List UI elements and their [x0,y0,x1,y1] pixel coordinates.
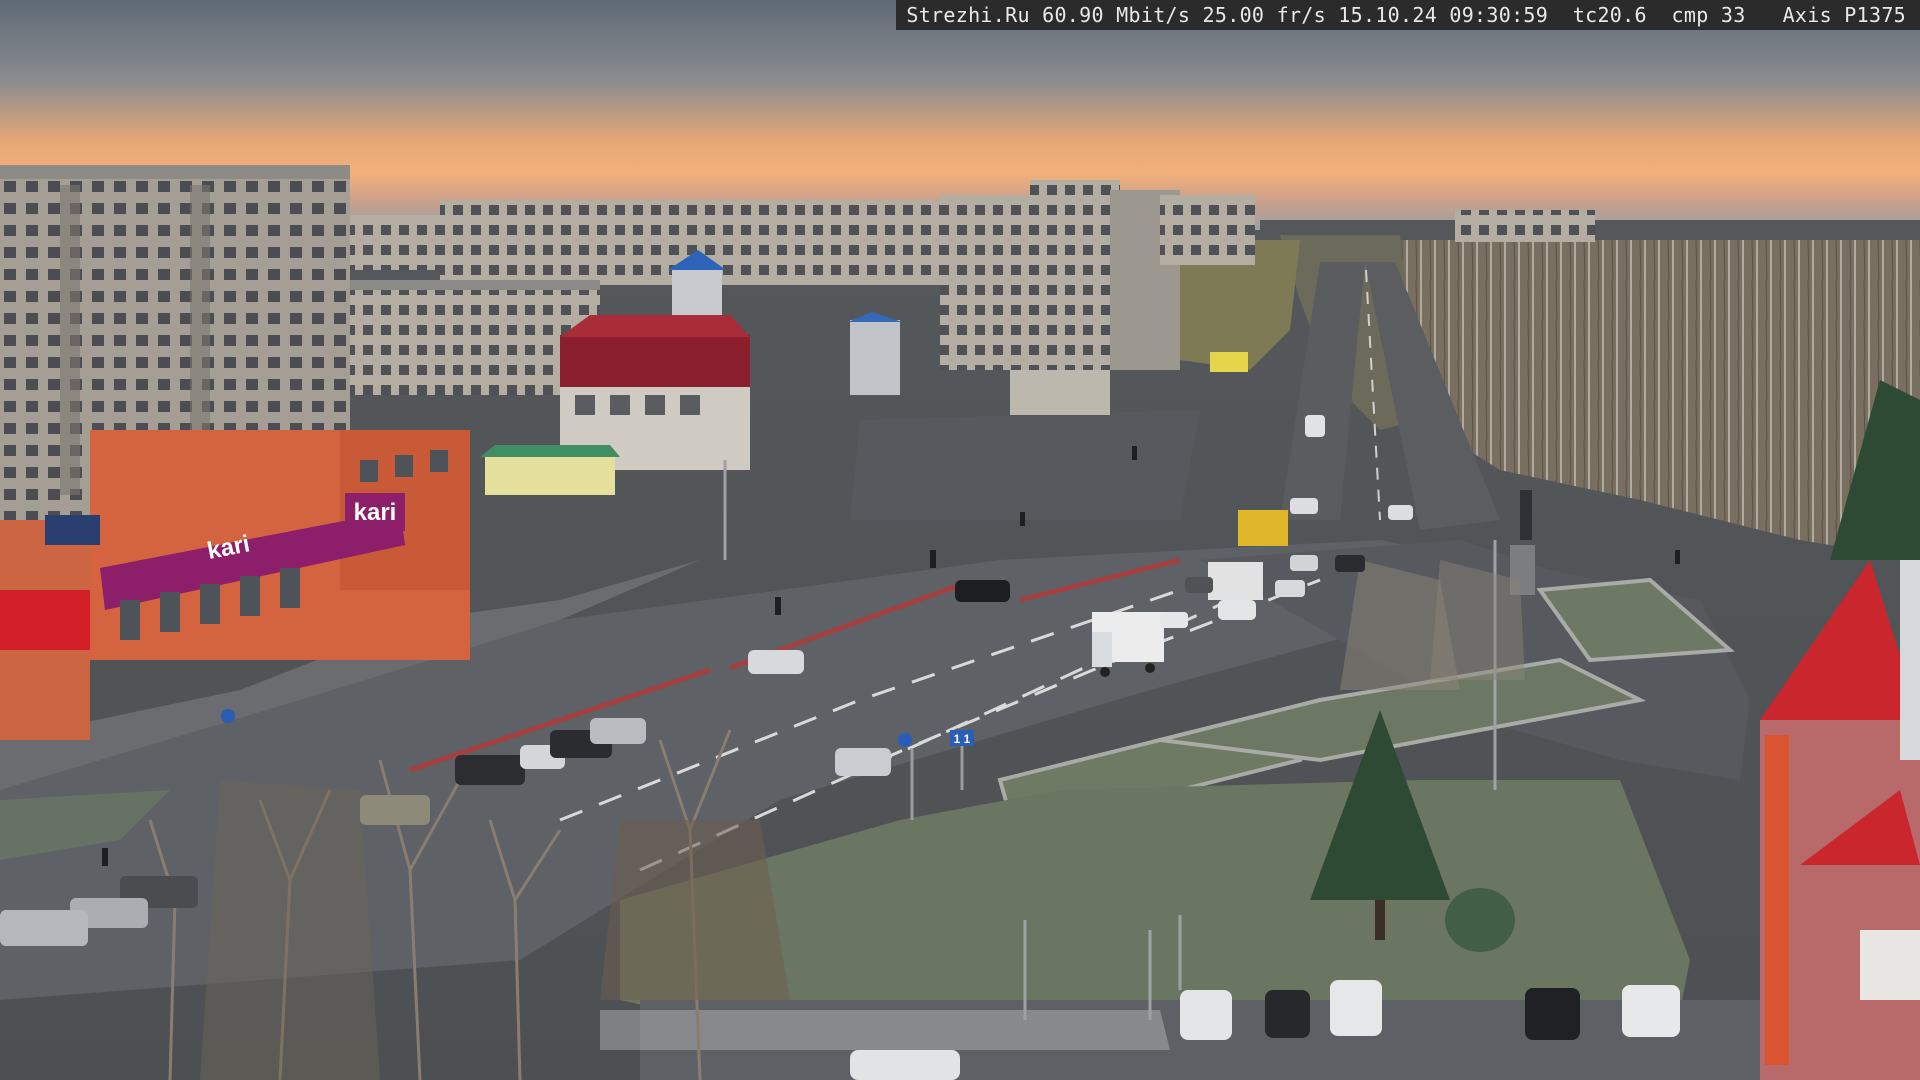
city-view-image: kari kari 1 1 [0,0,1920,1080]
car-white-1 [748,650,804,674]
camera-osd-overlay: Strezhi.Ru 60.90 Mbit/s 25.00 fr/s 15.10… [896,0,1920,30]
plaza-pavilion [1010,370,1110,415]
car-foreground-1 [1180,990,1232,1040]
kari-logo: kari [354,499,397,526]
webcam-scene: kari kari 1 1 Strezhi.Ru 60.90 Mbit/s 25… [0,0,1920,1080]
lane-sign-text: 1 1 [954,732,971,746]
car-black-1 [955,580,1010,602]
yellow-bus [1238,510,1288,546]
billboard [1210,352,1248,372]
car-silver-1 [835,748,891,776]
apartment-far-right [1455,210,1595,242]
central-plaza [850,410,1200,520]
white-bus [1208,562,1263,600]
bare-tree-canopy [600,820,790,1000]
green-roof-shop [480,445,620,495]
